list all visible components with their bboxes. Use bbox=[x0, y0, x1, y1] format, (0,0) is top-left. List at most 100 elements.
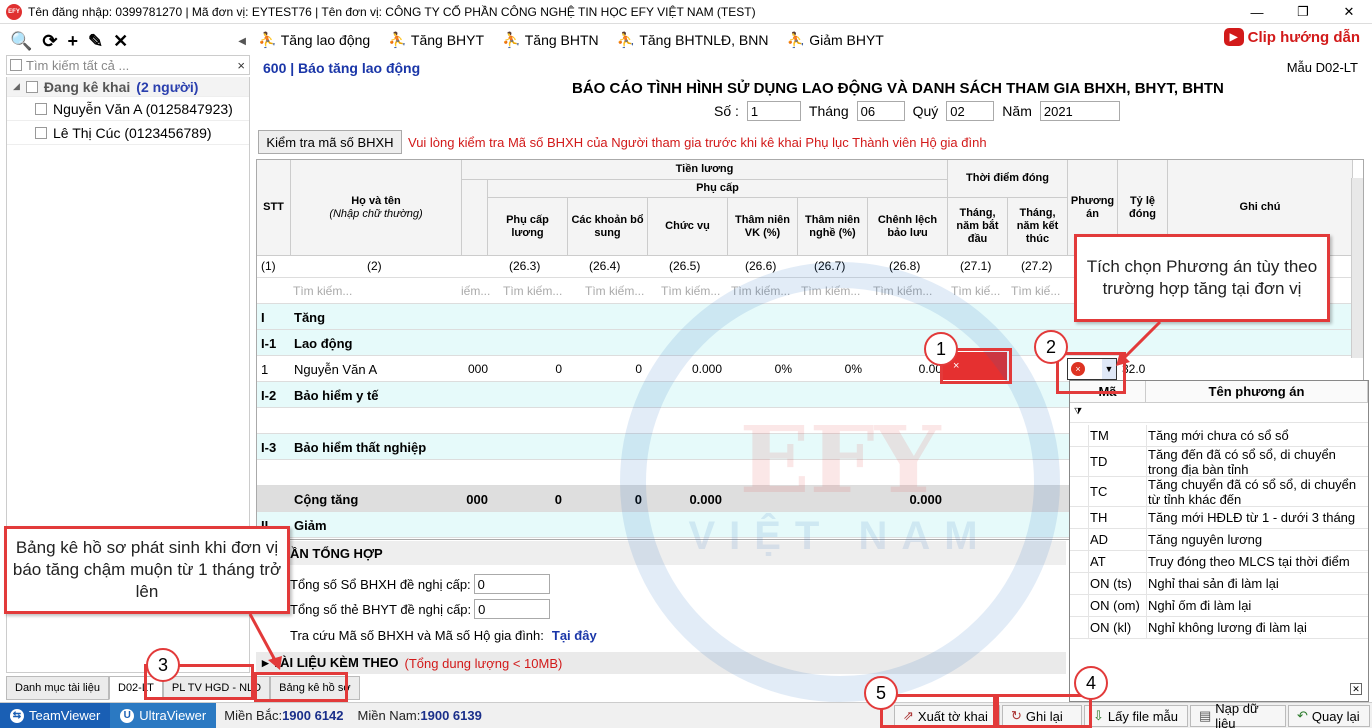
template-code: Mẫu D02-LT bbox=[1286, 60, 1358, 75]
nam-input[interactable]: 2021 bbox=[1039, 101, 1120, 121]
tang-bhyt-button[interactable]: ⛹ Tăng BHYT bbox=[388, 31, 484, 49]
grid-scrollbar[interactable] bbox=[1351, 178, 1363, 358]
person-checkbox[interactable] bbox=[35, 102, 47, 115]
clear-search-icon[interactable]: × bbox=[237, 58, 245, 73]
row-name[interactable]: Nguyễn Văn A bbox=[294, 362, 377, 377]
list-item[interactable]: Lê Thị Cúc (0123456789) bbox=[7, 121, 249, 145]
table-row[interactable]: 1 Nguyễn Văn A 000 0 0 0.000 0% 0% 0.00 … bbox=[257, 356, 1363, 382]
index-cell: (26.7) bbox=[814, 259, 846, 273]
option-name: Nghỉ thai sản đi làm lại bbox=[1146, 573, 1364, 594]
quay-lai-button[interactable]: ↶ Quay lại bbox=[1288, 705, 1370, 727]
collapse-icon[interactable]: ◀ bbox=[238, 36, 246, 47]
col-stt: STT bbox=[257, 160, 291, 256]
download-icon: ⇩ bbox=[1093, 708, 1104, 723]
dropdown-option[interactable]: AD Tăng nguyên lương bbox=[1070, 529, 1368, 551]
minimize-button[interactable]: — bbox=[1234, 0, 1280, 24]
window-controls: — ❐ ✕ bbox=[1234, 0, 1372, 24]
button-label: Giảm BHYT bbox=[809, 32, 884, 48]
giam-bhyt-button[interactable]: ⛹ Giảm BHYT bbox=[787, 31, 884, 49]
button-label: Tăng BHTNLĐ, BNN bbox=[639, 32, 769, 48]
tai-day-link[interactable]: Tại đây bbox=[552, 628, 597, 643]
quy-input[interactable]: 02 bbox=[946, 101, 995, 121]
tang-lao-dong-button[interactable]: ⛹ Tăng lao động bbox=[258, 31, 370, 49]
col-tn-nghe: Thâm niên nghề (%) bbox=[798, 198, 868, 256]
dropdown-option[interactable]: ON (om) Nghỉ ốm đi làm lại bbox=[1070, 595, 1368, 617]
col-tien-luong: Tiền lương bbox=[462, 160, 948, 180]
summary-header[interactable]: ẦN TỔNG HỢP bbox=[256, 541, 1066, 565]
filter-input[interactable]: Tìm kiếm... bbox=[873, 284, 932, 298]
option-code: TD bbox=[1088, 447, 1144, 476]
dropdown-option[interactable]: ON (ts) Nghỉ thai sản đi làm lại bbox=[1070, 573, 1368, 595]
index-cell: (27.2) bbox=[1021, 259, 1053, 273]
so-bhxh-input[interactable]: 0 bbox=[473, 574, 550, 594]
button-label: Tăng BHYT bbox=[410, 32, 485, 48]
row-tn-vk[interactable]: 0% bbox=[728, 362, 798, 376]
filter-input[interactable]: Tìm kiế... bbox=[951, 284, 1000, 298]
col-bat-dau: Tháng, năm bắt đầu bbox=[948, 198, 1008, 256]
select-all-checkbox[interactable] bbox=[10, 59, 22, 71]
maximize-button[interactable]: ❐ bbox=[1280, 0, 1326, 24]
delete-icon[interactable]: ✕ bbox=[113, 31, 128, 52]
search-all-placeholder: Tìm kiếm tất cả ... bbox=[26, 57, 130, 73]
the-bhyt-input[interactable]: 0 bbox=[474, 599, 551, 619]
dd-filter-row[interactable]: ⧩ bbox=[1070, 403, 1368, 423]
dropdown-option[interactable]: ON (kl) Nghỉ không lương đi làm lại bbox=[1070, 617, 1368, 639]
group-checkbox[interactable] bbox=[25, 80, 38, 93]
refresh-icon[interactable]: ⟳ bbox=[42, 31, 57, 52]
step-badge-2: 2 bbox=[1034, 330, 1068, 364]
index-cell: (26.4) bbox=[589, 259, 621, 273]
dropdown-close-icon[interactable]: ✕ bbox=[1350, 683, 1362, 695]
tab-danh-muc[interactable]: Danh mục tài liệu bbox=[6, 676, 109, 700]
the-bhyt-label: Tổng số thẻ BHYT đề nghị cấp: bbox=[290, 601, 472, 617]
lay-file-mau-button[interactable]: ⇩ Lấy file mẫu bbox=[1084, 705, 1188, 727]
tai-lieu-header[interactable]: ▸ TÀI LIỆU KÈM THEO (Tổng dung lượng < 1… bbox=[256, 652, 1066, 674]
section-label: Giảm bbox=[294, 518, 327, 533]
filter-input[interactable]: Tìm kiếm... bbox=[585, 284, 644, 298]
col-name-sub: (Nhập chữ thường) bbox=[329, 207, 423, 220]
row-luong[interactable]: 000 bbox=[462, 362, 488, 376]
close-button[interactable]: ✕ bbox=[1326, 0, 1372, 24]
nap-du-lieu-button[interactable]: ▤ Nạp dữ liệu bbox=[1190, 701, 1286, 728]
report-title: BÁO CÁO TÌNH HÌNH SỬ DỤNG LAO ĐỘNG VÀ DA… bbox=[572, 80, 1224, 97]
filter-input[interactable]: Tìm kiếm... bbox=[661, 284, 720, 298]
teamviewer-button[interactable]: ⇆ TeamViewer bbox=[0, 702, 111, 728]
filter-input[interactable]: Tìm kiếm... bbox=[503, 284, 562, 298]
dropdown-option[interactable]: TH Tăng mới HĐLĐ từ 1 - dưới 3 tháng bbox=[1070, 507, 1368, 529]
row-chuc-vu[interactable]: 0.000 bbox=[648, 362, 728, 376]
list-item[interactable]: Nguyễn Văn A (0125847923) bbox=[7, 97, 249, 121]
filter-name-input[interactable]: Tìm kiếm... bbox=[293, 284, 352, 298]
thang-input[interactable]: 06 bbox=[856, 101, 905, 121]
filter-input[interactable]: Tìm kiếm... bbox=[801, 284, 860, 298]
filter-luong-input[interactable]: iếm... bbox=[461, 284, 490, 298]
check-bhxh-button[interactable]: Kiểm tra mã số BHXH bbox=[258, 130, 402, 154]
dropdown-option[interactable]: TC Tăng chuyển đã có sổ sổ, di chuyển từ … bbox=[1070, 477, 1368, 507]
step-badge-4: 4 bbox=[1074, 666, 1108, 700]
dropdown-option[interactable]: TM Tăng mới chưa có sổ sổ bbox=[1070, 425, 1368, 447]
add-icon[interactable]: + bbox=[68, 31, 79, 52]
search-all-input[interactable]: Tìm kiếm tất cả ... × bbox=[6, 55, 250, 75]
person-checkbox[interactable] bbox=[35, 126, 47, 139]
filter-input[interactable]: Tìm kiếm... bbox=[731, 284, 790, 298]
ultraviewer-button[interactable]: U UltraViewer bbox=[110, 702, 217, 728]
edit-icon[interactable]: ✎ bbox=[88, 31, 103, 52]
table-row[interactable]: I-1 Lao động bbox=[257, 330, 1363, 356]
search-icon[interactable]: 🔍 bbox=[10, 31, 32, 52]
section-code: I bbox=[261, 310, 265, 325]
row-pc-luong[interactable]: 0 bbox=[488, 362, 568, 376]
so-input[interactable]: 1 bbox=[746, 101, 801, 121]
title-bar: EFY Tên đăng nhập: 0399781270 | Mã đơn v… bbox=[0, 0, 1372, 24]
button-label: Tăng BHTN bbox=[524, 32, 599, 48]
teamviewer-label: TeamViewer bbox=[29, 708, 101, 723]
dropdown-option[interactable]: AT Truy đóng theo MLCS tại thời điểm bbox=[1070, 551, 1368, 573]
clip-huong-dan-button[interactable]: ▶ Clip hướng dẫn bbox=[1223, 28, 1360, 46]
dropdown-option[interactable]: TD Tăng đến đã có sổ sổ, di chuyển trong … bbox=[1070, 447, 1368, 477]
tree-group[interactable]: ◢ Đang kê khai (2 người) bbox=[7, 77, 249, 97]
expand-icon[interactable]: ◢ bbox=[13, 81, 20, 92]
row-khoan-bs[interactable]: 0 bbox=[568, 362, 648, 376]
option-name: Tăng nguyên lương bbox=[1146, 529, 1364, 550]
tang-bhtn-button[interactable]: ⛹ Tăng BHTN bbox=[502, 31, 599, 49]
option-name: Tăng mới chưa có sổ sổ bbox=[1146, 425, 1364, 446]
row-tn-nghe[interactable]: 0% bbox=[798, 362, 868, 376]
tang-bhtnld-button[interactable]: ⛹ Tăng BHTNLĐ, BNN bbox=[617, 31, 769, 49]
filter-input[interactable]: Tìm kiế... bbox=[1011, 284, 1060, 298]
